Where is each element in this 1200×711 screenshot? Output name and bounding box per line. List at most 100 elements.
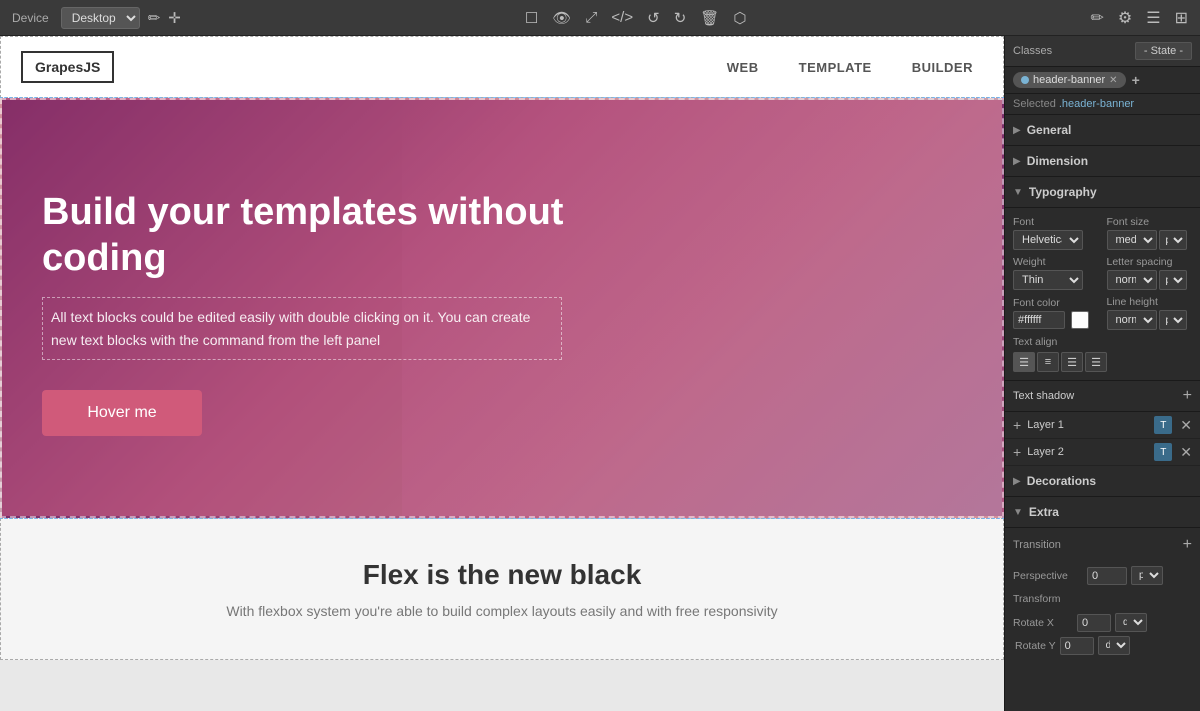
font-color-row: Font color Line height normal px	[1013, 296, 1192, 330]
align-center-btn[interactable]: ≡	[1037, 352, 1059, 372]
selected-row: Selected .header-banner	[1005, 94, 1200, 115]
logo-text: GrapesJS	[35, 59, 100, 75]
perspective-row: Perspective px	[1005, 562, 1200, 589]
hero-banner[interactable]: Build your templates without coding All …	[0, 98, 1004, 518]
preview-icon[interactable]: 👁	[552, 9, 571, 27]
rotate-x-unit-select[interactable]: deg	[1115, 613, 1147, 632]
tag-dot	[1021, 76, 1029, 84]
weight-select[interactable]: Thin	[1013, 270, 1083, 290]
decorations-section-header[interactable]: ▶ Decorations	[1005, 466, 1200, 497]
site-nav[interactable]: GrapesJS WEB TEMPLATE BUILDER	[0, 36, 1004, 98]
right-panel: Classes - State - header-banner ✕ + Sele…	[1004, 36, 1200, 711]
line-height-select[interactable]: normal	[1107, 310, 1157, 330]
fullscreen-icon[interactable]: ⤢	[585, 9, 597, 26]
transition-row: Transition +	[1005, 528, 1200, 562]
text-align-row: Text align ☰ ≡ ☰ ☰	[1013, 336, 1192, 372]
tag-remove-icon[interactable]: ✕	[1109, 75, 1117, 86]
layer-1-label: Layer 1	[1027, 419, 1150, 431]
align-justify-btn[interactable]: ☰	[1085, 352, 1107, 372]
decorations-section-title: Decorations	[1027, 474, 1096, 488]
grid-panel-icon[interactable]: ⊞	[1175, 8, 1188, 28]
device-label: Device	[12, 11, 49, 25]
font-row: Font Helvetica Font size medium	[1013, 216, 1192, 250]
rotate-x-label: Rotate X	[1013, 617, 1073, 629]
device-select[interactable]: Desktop Tablet Mobile	[61, 7, 140, 29]
pencil-panel-icon[interactable]: ✏	[1090, 8, 1103, 28]
classes-label: Classes	[1013, 45, 1052, 57]
font-size-select[interactable]: medium	[1107, 230, 1157, 250]
letter-spacing-label: Letter spacing	[1107, 256, 1193, 268]
weight-row: Weight Thin Letter spacing normal	[1013, 256, 1192, 290]
font-select[interactable]: Helvetica	[1013, 230, 1083, 250]
layer-2-remove-icon[interactable]: ✕	[1180, 444, 1192, 461]
rotate-y-label: Rotate Y	[1015, 640, 1056, 652]
tag-add-icon[interactable]: +	[1132, 72, 1140, 88]
canvas-wrapper: GrapesJS WEB TEMPLATE BUILDER Build your…	[0, 36, 1004, 660]
redo-icon[interactable]: ↻	[674, 9, 687, 27]
toolbar-right: ✏ ⚙ ☰ ⊞	[1090, 8, 1188, 28]
code-icon[interactable]: </>	[611, 9, 633, 26]
typography-section-header[interactable]: ▼ Typography	[1005, 177, 1200, 208]
align-right-btn[interactable]: ☰	[1061, 352, 1083, 372]
nav-link-builder[interactable]: BUILDER	[912, 60, 973, 75]
layer-1-row: + Layer 1 T ✕	[1005, 412, 1200, 439]
perspective-unit-select[interactable]: px	[1131, 566, 1163, 585]
state-button[interactable]: - State -	[1135, 42, 1192, 60]
rotate-y-input[interactable]	[1060, 637, 1094, 655]
perspective-input[interactable]	[1087, 567, 1127, 585]
dimension-section-header[interactable]: ▶ Dimension	[1005, 146, 1200, 177]
canvas[interactable]: GrapesJS WEB TEMPLATE BUILDER Build your…	[0, 36, 1004, 711]
font-size-unit-select[interactable]: px	[1159, 230, 1187, 250]
layer-2-label: Layer 2	[1027, 446, 1150, 458]
rotate-x-input[interactable]	[1077, 614, 1111, 632]
general-section-header[interactable]: ▶ General	[1005, 115, 1200, 146]
rotate-y-unit-select[interactable]: deg	[1098, 636, 1130, 655]
text-align-label: Text align	[1013, 336, 1192, 348]
flex-section[interactable]: Flex is the new black With flexbox syste…	[0, 518, 1004, 660]
line-height-unit-select[interactable]: px	[1159, 310, 1187, 330]
github-icon[interactable]: ⬡	[733, 9, 746, 27]
layer-2-toggle-icon[interactable]: +	[1013, 444, 1021, 460]
transform-label: Transform	[1013, 593, 1083, 605]
flex-title: Flex is the new black	[21, 559, 983, 591]
undo-icon[interactable]: ↺	[647, 9, 660, 27]
move-icon[interactable]: ✛	[168, 9, 181, 27]
decorations-chevron-icon: ▶	[1013, 476, 1021, 487]
rotate-row: Rotate X deg Rotate Y deg	[1005, 609, 1200, 663]
menu-panel-icon[interactable]: ☰	[1146, 8, 1160, 28]
weight-label: Weight	[1013, 256, 1099, 268]
layer-1-toggle-icon[interactable]: +	[1013, 417, 1021, 433]
layer-2-type-btn[interactable]: T	[1154, 443, 1172, 461]
toolbar-left: Device Desktop Tablet Mobile ✏ ✛	[12, 7, 181, 29]
font-color-input[interactable]	[1013, 311, 1065, 329]
layer-1-type-btn[interactable]: T	[1154, 416, 1172, 434]
hero-title[interactable]: Build your templates without coding	[42, 190, 642, 281]
toolbar: Device Desktop Tablet Mobile ✏ ✛ ☐ 👁 ⤢ <…	[0, 0, 1200, 36]
font-color-swatch[interactable]	[1071, 311, 1089, 329]
tag-row: header-banner ✕ +	[1005, 67, 1200, 94]
letter-spacing-select[interactable]: normal	[1107, 270, 1157, 290]
text-shadow-add-icon[interactable]: +	[1183, 387, 1192, 405]
align-left-btn[interactable]: ☰	[1013, 352, 1035, 372]
font-color-label: Font color	[1013, 297, 1099, 309]
letter-spacing-unit-select[interactable]: px	[1159, 270, 1187, 290]
general-section-title: General	[1027, 123, 1072, 137]
logo-box[interactable]: GrapesJS	[21, 51, 114, 83]
transition-add-icon[interactable]: +	[1183, 536, 1192, 554]
nav-link-template[interactable]: TEMPLATE	[799, 60, 872, 75]
viewport-icon[interactable]: ☐	[525, 9, 538, 27]
delete-icon[interactable]: 🗑	[700, 9, 719, 27]
hero-content: Build your templates without coding All …	[42, 190, 642, 436]
typography-section-title: Typography	[1029, 185, 1097, 199]
hero-subtitle[interactable]: All text blocks could be edited easily w…	[42, 297, 562, 360]
typography-props: Font Helvetica Font size medium	[1005, 208, 1200, 381]
layer-1-remove-icon[interactable]: ✕	[1180, 417, 1192, 434]
extra-section-header[interactable]: ▼ Extra	[1005, 497, 1200, 528]
main-area: GrapesJS WEB TEMPLATE BUILDER Build your…	[0, 36, 1200, 711]
hero-button[interactable]: Hover me	[42, 390, 202, 436]
typography-chevron-icon: ▼	[1013, 187, 1023, 198]
selected-class: .header-banner	[1059, 98, 1134, 110]
settings-panel-icon[interactable]: ⚙	[1118, 8, 1132, 28]
nav-link-web[interactable]: WEB	[727, 60, 759, 75]
edit-icon[interactable]: ✏	[148, 9, 161, 27]
